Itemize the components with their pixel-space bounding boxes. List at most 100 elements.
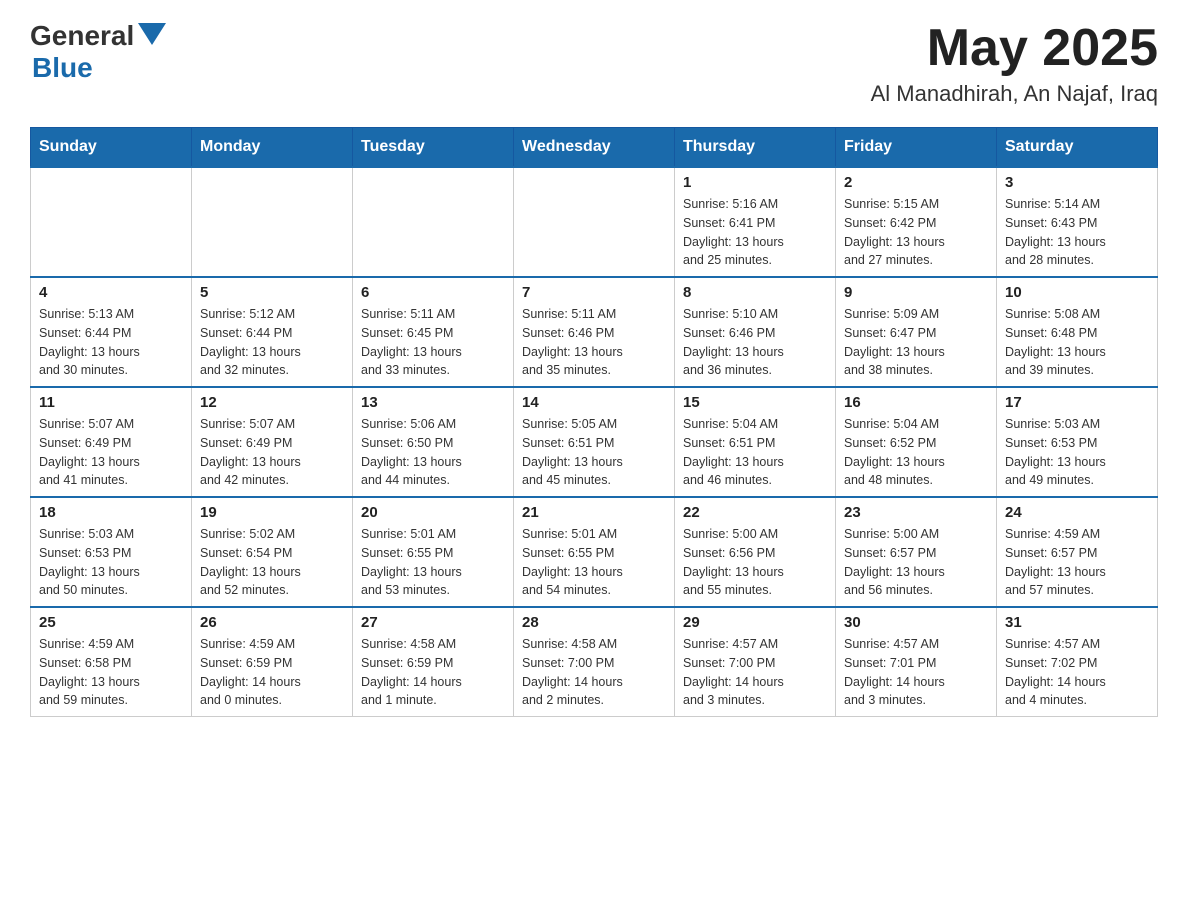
day-number: 4	[39, 284, 183, 301]
calendar-cell: 9 Sunrise: 5:09 AM Sunset: 6:47 PM Daylig…	[836, 277, 997, 387]
calendar-cell: 20Sunrise: 5:01 AM Sunset: 6:55 PM Dayli…	[353, 497, 514, 607]
day-info: Sunrise: 4:58 AM Sunset: 6:59 PM Dayligh…	[361, 635, 505, 710]
calendar-cell	[353, 167, 514, 277]
day-info: Sunrise: 5:03 AM Sunset: 6:53 PM Dayligh…	[39, 525, 183, 600]
day-number: 7	[522, 284, 666, 301]
calendar-cell: 11 Sunrise: 5:07 AM Sunset: 6:49 PM Dayli…	[31, 387, 192, 497]
day-number: 21	[522, 504, 666, 521]
day-info: Sunrise: 5:05 AM Sunset: 6:51 PM Dayligh…	[522, 415, 666, 490]
day-number: 20	[361, 504, 505, 521]
day-info: Sunrise: 5:07 AM Sunset: 6:49 PM Dayligh…	[200, 415, 344, 490]
day-info: Sunrise: 5:15 AM Sunset: 6:42 PM Dayligh…	[844, 195, 988, 270]
day-number: 9	[844, 284, 988, 301]
day-number: 26	[200, 614, 344, 631]
day-info: Sunrise: 5:14 AM Sunset: 6:43 PM Dayligh…	[1005, 195, 1149, 270]
day-number: 11	[39, 394, 183, 411]
calendar-cell: 26 Sunrise: 4:59 AM Sunset: 6:59 PM Dayli…	[192, 607, 353, 717]
week-row-5: 25 Sunrise: 4:59 AM Sunset: 6:58 PM Dayli…	[31, 607, 1158, 717]
calendar-cell: 7 Sunrise: 5:11 AM Sunset: 6:46 PM Daylig…	[514, 277, 675, 387]
day-number: 23	[844, 504, 988, 521]
day-info: Sunrise: 4:59 AM Sunset: 6:57 PM Dayligh…	[1005, 525, 1149, 600]
day-info: Sunrise: 5:03 AM Sunset: 6:53 PM Dayligh…	[1005, 415, 1149, 490]
day-number: 27	[361, 614, 505, 631]
day-number: 19	[200, 504, 344, 521]
day-number: 18	[39, 504, 183, 521]
month-title: May 2025	[871, 20, 1158, 77]
calendar-cell: 4 Sunrise: 5:13 AM Sunset: 6:44 PM Daylig…	[31, 277, 192, 387]
location-title: Al Manadhirah, An Najaf, Iraq	[871, 81, 1158, 107]
day-number: 30	[844, 614, 988, 631]
day-number: 24	[1005, 504, 1149, 521]
calendar-cell: 3 Sunrise: 5:14 AM Sunset: 6:43 PM Daylig…	[997, 167, 1158, 277]
day-info: Sunrise: 5:01 AM Sunset: 6:55 PM Dayligh…	[522, 525, 666, 600]
day-info: Sunrise: 5:12 AM Sunset: 6:44 PM Dayligh…	[200, 305, 344, 380]
calendar-cell: 6Sunrise: 5:11 AM Sunset: 6:45 PM Daylig…	[353, 277, 514, 387]
calendar-cell: 12 Sunrise: 5:07 AM Sunset: 6:49 PM Dayli…	[192, 387, 353, 497]
weekday-header-saturday: Saturday	[997, 128, 1158, 168]
calendar-cell: 14 Sunrise: 5:05 AM Sunset: 6:51 PM Dayli…	[514, 387, 675, 497]
day-number: 29	[683, 614, 827, 631]
logo-general-text: General	[30, 20, 134, 52]
weekday-header-monday: Monday	[192, 128, 353, 168]
day-number: 1	[683, 174, 827, 191]
calendar-cell: 30 Sunrise: 4:57 AM Sunset: 7:01 PM Dayli…	[836, 607, 997, 717]
day-number: 15	[683, 394, 827, 411]
day-number: 5	[200, 284, 344, 301]
day-number: 3	[1005, 174, 1149, 191]
day-info: Sunrise: 4:57 AM Sunset: 7:00 PM Dayligh…	[683, 635, 827, 710]
calendar-cell	[31, 167, 192, 277]
day-number: 22	[683, 504, 827, 521]
day-info: Sunrise: 5:13 AM Sunset: 6:44 PM Dayligh…	[39, 305, 183, 380]
day-info: Sunrise: 5:16 AM Sunset: 6:41 PM Dayligh…	[683, 195, 827, 270]
day-number: 14	[522, 394, 666, 411]
day-number: 13	[361, 394, 505, 411]
calendar-cell: 2Sunrise: 5:15 AM Sunset: 6:42 PM Daylig…	[836, 167, 997, 277]
day-info: Sunrise: 4:58 AM Sunset: 7:00 PM Dayligh…	[522, 635, 666, 710]
calendar-cell: 10Sunrise: 5:08 AM Sunset: 6:48 PM Dayli…	[997, 277, 1158, 387]
week-row-3: 11 Sunrise: 5:07 AM Sunset: 6:49 PM Dayli…	[31, 387, 1158, 497]
day-info: Sunrise: 5:09 AM Sunset: 6:47 PM Dayligh…	[844, 305, 988, 380]
calendar-cell: 18 Sunrise: 5:03 AM Sunset: 6:53 PM Dayli…	[31, 497, 192, 607]
weekday-header-tuesday: Tuesday	[353, 128, 514, 168]
logo-triangle-icon	[138, 23, 166, 45]
day-info: Sunrise: 5:04 AM Sunset: 6:51 PM Dayligh…	[683, 415, 827, 490]
day-info: Sunrise: 4:59 AM Sunset: 6:58 PM Dayligh…	[39, 635, 183, 710]
weekday-header-sunday: Sunday	[31, 128, 192, 168]
day-info: Sunrise: 5:04 AM Sunset: 6:52 PM Dayligh…	[844, 415, 988, 490]
calendar-cell: 29 Sunrise: 4:57 AM Sunset: 7:00 PM Dayli…	[675, 607, 836, 717]
week-row-1: 1 Sunrise: 5:16 AM Sunset: 6:41 PM Daylig…	[31, 167, 1158, 277]
day-info: Sunrise: 5:00 AM Sunset: 6:57 PM Dayligh…	[844, 525, 988, 600]
day-number: 8	[683, 284, 827, 301]
day-number: 25	[39, 614, 183, 631]
day-number: 12	[200, 394, 344, 411]
calendar-cell: 5 Sunrise: 5:12 AM Sunset: 6:44 PM Daylig…	[192, 277, 353, 387]
day-number: 17	[1005, 394, 1149, 411]
calendar-cell: 23 Sunrise: 5:00 AM Sunset: 6:57 PM Dayli…	[836, 497, 997, 607]
day-info: Sunrise: 5:07 AM Sunset: 6:49 PM Dayligh…	[39, 415, 183, 490]
calendar-cell: 21 Sunrise: 5:01 AM Sunset: 6:55 PM Dayli…	[514, 497, 675, 607]
title-section: May 2025 Al Manadhirah, An Najaf, Iraq	[871, 20, 1158, 107]
day-info: Sunrise: 4:57 AM Sunset: 7:01 PM Dayligh…	[844, 635, 988, 710]
day-number: 6	[361, 284, 505, 301]
day-info: Sunrise: 4:59 AM Sunset: 6:59 PM Dayligh…	[200, 635, 344, 710]
calendar-cell: 8Sunrise: 5:10 AM Sunset: 6:46 PM Daylig…	[675, 277, 836, 387]
logo: General Blue	[30, 20, 166, 84]
day-number: 16	[844, 394, 988, 411]
week-row-4: 18 Sunrise: 5:03 AM Sunset: 6:53 PM Dayli…	[31, 497, 1158, 607]
calendar-cell: 13 Sunrise: 5:06 AM Sunset: 6:50 PM Dayli…	[353, 387, 514, 497]
day-info: Sunrise: 5:00 AM Sunset: 6:56 PM Dayligh…	[683, 525, 827, 600]
calendar-cell	[192, 167, 353, 277]
calendar-cell	[514, 167, 675, 277]
day-info: Sunrise: 5:06 AM Sunset: 6:50 PM Dayligh…	[361, 415, 505, 490]
day-info: Sunrise: 5:11 AM Sunset: 6:46 PM Dayligh…	[522, 305, 666, 380]
day-info: Sunrise: 4:57 AM Sunset: 7:02 PM Dayligh…	[1005, 635, 1149, 710]
calendar-cell: 17 Sunrise: 5:03 AM Sunset: 6:53 PM Dayli…	[997, 387, 1158, 497]
calendar-cell: 25 Sunrise: 4:59 AM Sunset: 6:58 PM Dayli…	[31, 607, 192, 717]
week-row-2: 4 Sunrise: 5:13 AM Sunset: 6:44 PM Daylig…	[31, 277, 1158, 387]
logo-blue-text: Blue	[32, 52, 93, 84]
weekday-header-friday: Friday	[836, 128, 997, 168]
page-header: General Blue May 2025 Al Manadhirah, An …	[30, 20, 1158, 107]
calendar-cell: 19Sunrise: 5:02 AM Sunset: 6:54 PM Dayli…	[192, 497, 353, 607]
calendar-cell: 24 Sunrise: 4:59 AM Sunset: 6:57 PM Dayli…	[997, 497, 1158, 607]
calendar-cell: 27 Sunrise: 4:58 AM Sunset: 6:59 PM Dayli…	[353, 607, 514, 717]
